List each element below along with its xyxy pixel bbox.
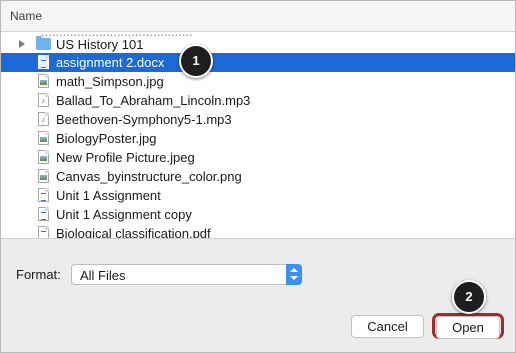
step-callout-1: 1 [179, 44, 213, 78]
format-select-value: All Files [80, 268, 126, 283]
list-item-label: New Profile Picture.jpeg [56, 150, 195, 165]
list-column-header[interactable]: Name [1, 1, 515, 32]
list-item-label: Canvas_byinstructure_color.png [56, 169, 242, 184]
document-icon [38, 226, 49, 238]
list-item-label: Ballad_To_Abraham_Lincoln.mp3 [56, 93, 251, 108]
open-button[interactable]: Open [436, 316, 500, 339]
folder-icon [36, 36, 51, 50]
document-icon [38, 55, 49, 69]
list-item[interactable]: New Profile Picture.jpeg [1, 148, 515, 167]
list-item-label: Biological classification.pdf [56, 226, 211, 239]
list-item-folder[interactable]: US History 101 [1, 35, 515, 54]
list-item[interactable]: Unit 1 Assignment copy [1, 205, 515, 224]
list-item[interactable]: Unit 1 Assignment [1, 186, 515, 205]
list-item[interactable]: BiologyPoster.jpg [1, 129, 515, 148]
step-callout-2: 2 [452, 280, 486, 314]
file-list[interactable]: ........................................… [1, 32, 515, 239]
disclosure-triangle-icon[interactable] [19, 40, 25, 48]
list-item-selected[interactable]: assignment 2.docx [1, 53, 515, 72]
document-icon [38, 188, 49, 202]
cancel-button[interactable]: Cancel [351, 315, 424, 338]
list-item[interactable]: Biological classification.pdf [1, 224, 515, 239]
list-item-label: BiologyPoster.jpg [56, 131, 157, 146]
select-arrows-icon[interactable] [286, 264, 302, 285]
image-file-icon [38, 131, 49, 145]
list-item-label: assignment 2.docx [56, 55, 165, 70]
list-item-label: Unit 1 Assignment [56, 188, 161, 203]
list-item-label: Beethoven-Symphony5-1.mp3 [56, 112, 232, 127]
image-file-icon [38, 150, 49, 164]
list-item[interactable]: Canvas_byinstructure_color.png [1, 167, 515, 186]
list-item[interactable]: ♪ Beethoven-Symphony5-1.mp3 [1, 110, 515, 129]
list-item[interactable]: math_Simpson.jpg [1, 72, 515, 91]
document-icon [38, 207, 49, 221]
list-item-label: Unit 1 Assignment copy [56, 207, 192, 222]
format-select[interactable]: All Files [71, 264, 302, 285]
folder-label: US History 101 [56, 37, 144, 52]
format-label: Format: [16, 267, 61, 282]
list-item-label: math_Simpson.jpg [56, 74, 164, 89]
column-name-label: Name [10, 9, 43, 23]
image-file-icon [38, 74, 49, 88]
audio-file-icon: ♪ [38, 93, 49, 107]
audio-file-icon: ♪ [38, 112, 49, 126]
file-open-dialog: Name ...................................… [0, 0, 516, 353]
image-file-icon [38, 169, 49, 183]
list-item[interactable]: ♪ Ballad_To_Abraham_Lincoln.mp3 [1, 91, 515, 110]
